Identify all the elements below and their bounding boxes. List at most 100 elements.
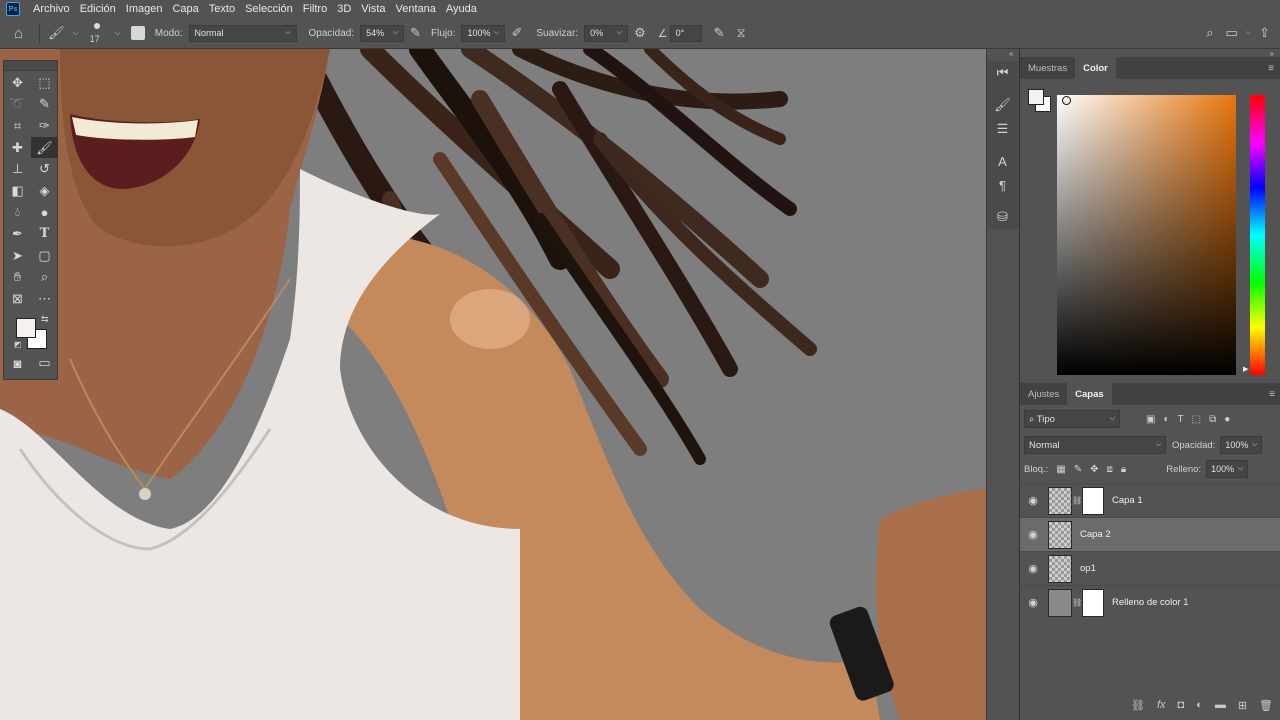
more-tools-icon[interactable]: ⋯ <box>31 288 58 310</box>
lock-all-icon[interactable]: 🔒︎ <box>1121 464 1126 475</box>
menu-archivo[interactable]: Archivo <box>28 3 75 15</box>
workspace-icon[interactable]: ▭ <box>1225 25 1237 41</box>
dodge-tool-icon[interactable]: ● <box>31 202 58 224</box>
menu-texto[interactable]: Texto <box>204 3 240 15</box>
tab-muestras[interactable]: Muestras <box>1020 57 1075 79</box>
move-tool-icon[interactable]: ✥ <box>4 72 31 94</box>
pen-tool-icon[interactable]: ✒ <box>4 223 31 245</box>
quick-mask-icon[interactable]: ◙ <box>4 353 31 375</box>
swap-colors-icon[interactable]: ⇆ <box>41 314 49 325</box>
panel-menu-icon[interactable]: ≡ <box>1269 389 1275 400</box>
filter-toggle-icon[interactable]: ● <box>1224 414 1230 425</box>
menu-capa[interactable]: Capa <box>167 3 203 15</box>
filter-adjustment-icon[interactable]: ◐ <box>1163 414 1169 425</box>
layer-row-relleno-de-color-1[interactable]: ◉ ⛓ Relleno de color 1 <box>1020 585 1280 619</box>
hue-slider[interactable] <box>1250 95 1265 375</box>
new-layer-icon[interactable]: ⊞ <box>1238 699 1247 712</box>
menu-filtro[interactable]: Filtro <box>298 3 332 15</box>
lasso-tool-icon[interactable]: ➰ <box>4 94 31 116</box>
path-selection-tool-icon[interactable]: ➤ <box>4 245 31 267</box>
filter-shape-icon[interactable]: ⬚ <box>1192 414 1201 425</box>
blur-tool-icon[interactable]: 💧︎ <box>4 202 31 224</box>
adjustments-sliders-icon[interactable]: ☰ <box>987 117 1018 141</box>
hue-slider-arrow-icon[interactable]: ▶ <box>1243 365 1248 373</box>
delete-layer-trash-icon[interactable]: 🗑︎ <box>1259 699 1273 712</box>
new-group-folder-icon[interactable]: ▬ <box>1215 699 1226 711</box>
visibility-eye-icon[interactable]: ◉ <box>1020 494 1046 507</box>
eyedropper-tool-icon[interactable]: ✑ <box>31 115 58 137</box>
share-icon[interactable]: ⇪ <box>1259 25 1270 41</box>
chevron-down-icon[interactable]: ⌵ <box>115 28 121 38</box>
tab-color[interactable]: Color <box>1075 57 1116 79</box>
menu-ayuda[interactable]: Ayuda <box>441 3 482 15</box>
symmetry-butterfly-icon[interactable]: ⧖ <box>737 25 746 41</box>
home-icon[interactable]: ⌂ <box>14 25 23 42</box>
menu-vista[interactable]: Vista <box>356 3 390 15</box>
mask-link-icon[interactable]: ⛓ <box>1072 496 1082 505</box>
rectangle-tool-icon[interactable]: ▢ <box>31 245 58 267</box>
menu-ventana[interactable]: Ventana <box>391 3 441 15</box>
flow-field[interactable]: 100% ⌵ <box>461 24 506 42</box>
foreground-color-swatch[interactable] <box>1028 89 1044 105</box>
visibility-eye-icon[interactable]: ◉ <box>1020 562 1046 575</box>
fill-field[interactable]: 100% ⌵ <box>1206 460 1249 478</box>
history-brush-tool-icon[interactable]: ↺ <box>31 158 58 180</box>
tab-capas[interactable]: Capas <box>1067 383 1112 405</box>
brush-tool-icon[interactable]: 🖌︎ <box>48 25 65 41</box>
visibility-eye-icon[interactable]: ◉ <box>1020 528 1046 541</box>
visibility-eye-icon[interactable]: ◉ <box>1020 596 1046 609</box>
blend-mode-select[interactable]: Normal ⌵ <box>1024 436 1166 454</box>
type-tool-icon[interactable]: T <box>31 223 58 245</box>
menu-seleccion[interactable]: Selección <box>240 3 298 15</box>
layer-style-fx-icon[interactable]: fx <box>1157 699 1166 711</box>
menu-edicion[interactable]: Edición <box>75 3 121 15</box>
filter-type-icon[interactable]: T <box>1178 414 1184 425</box>
quick-selection-tool-icon[interactable]: ✎ <box>31 94 58 116</box>
saturation-value-field[interactable] <box>1057 95 1236 375</box>
layer-row-capa-2[interactable]: ◉ Capa 2 <box>1020 517 1280 551</box>
pressure-opacity-icon[interactable]: ✎ <box>410 25 421 41</box>
menu-3d[interactable]: 3D <box>332 3 356 15</box>
character-panel-icon[interactable]: A <box>987 149 1018 173</box>
lock-paint-icon[interactable]: ✎ <box>1074 464 1082 475</box>
airbrush-icon[interactable]: ✐ <box>511 25 522 41</box>
layer-mask-thumbnail[interactable] <box>1082 486 1104 515</box>
glyphs-panel-icon[interactable]: ⛁ <box>987 205 1018 229</box>
mask-link-icon[interactable]: ⛓ <box>1072 598 1082 607</box>
menu-imagen[interactable]: Imagen <box>121 3 168 15</box>
mode-select[interactable]: Normal ⌵ <box>188 24 297 42</box>
eraser-tool-icon[interactable]: ◧ <box>4 180 31 202</box>
pressure-size-icon[interactable]: ✎ <box>714 25 725 41</box>
chevron-down-icon[interactable]: ⌵ <box>1246 29 1251 37</box>
clone-stamp-tool-icon[interactable]: ⊥ <box>4 158 31 180</box>
layer-row-capa-1[interactable]: ◉ ⛓ Capa 1 <box>1020 483 1280 517</box>
filter-pixel-icon[interactable]: ▣ <box>1146 414 1155 425</box>
foreground-color-swatch[interactable] <box>16 317 36 338</box>
link-layers-icon[interactable]: ⛓ <box>1131 699 1145 712</box>
lock-transparency-icon[interactable]: ▦ <box>1056 464 1065 475</box>
hand-tool-icon[interactable]: ✋︎ <box>4 266 31 288</box>
tools-panel-header[interactable] <box>4 61 57 71</box>
lock-position-icon[interactable]: ✥ <box>1090 464 1098 475</box>
layer-mask-thumbnail[interactable] <box>1082 588 1104 617</box>
tab-ajustes[interactable]: Ajustes <box>1020 383 1067 405</box>
collapse-panels-icon[interactable]: « <box>1009 49 1013 58</box>
frame-tool-icon[interactable]: ⊠ <box>4 288 31 310</box>
layer-filter-select[interactable]: ⌕ Tipo ⌵ <box>1024 410 1120 428</box>
document-canvas[interactable] <box>0 49 986 720</box>
smoothing-field[interactable]: 0% ⌵ <box>584 24 629 42</box>
gear-icon[interactable]: ⚙ <box>634 25 646 41</box>
paragraph-panel-icon[interactable]: ¶ <box>987 173 1018 197</box>
search-icon[interactable]: ⌕ <box>1206 25 1213 41</box>
brush-panel-icon[interactable]: 🖌︎ <box>987 93 1018 117</box>
paint-bucket-tool-icon[interactable]: ◈ <box>31 180 58 202</box>
panel-menu-icon[interactable]: ≡ <box>1268 63 1274 74</box>
marquee-tool-icon[interactable]: ⬚ <box>31 72 58 94</box>
chevron-down-icon[interactable]: ⌵ <box>73 28 79 38</box>
screen-mode-icon[interactable]: ▭ <box>31 353 58 375</box>
angle-field[interactable]: 0° <box>669 24 702 42</box>
layer-opacity-field[interactable]: 100% ⌵ <box>1220 436 1263 454</box>
brush-tool-icon[interactable]: 🖌︎ <box>31 136 58 159</box>
color-picker-handle[interactable] <box>1062 96 1071 105</box>
zoom-tool-icon[interactable]: ⌕ <box>31 266 58 288</box>
